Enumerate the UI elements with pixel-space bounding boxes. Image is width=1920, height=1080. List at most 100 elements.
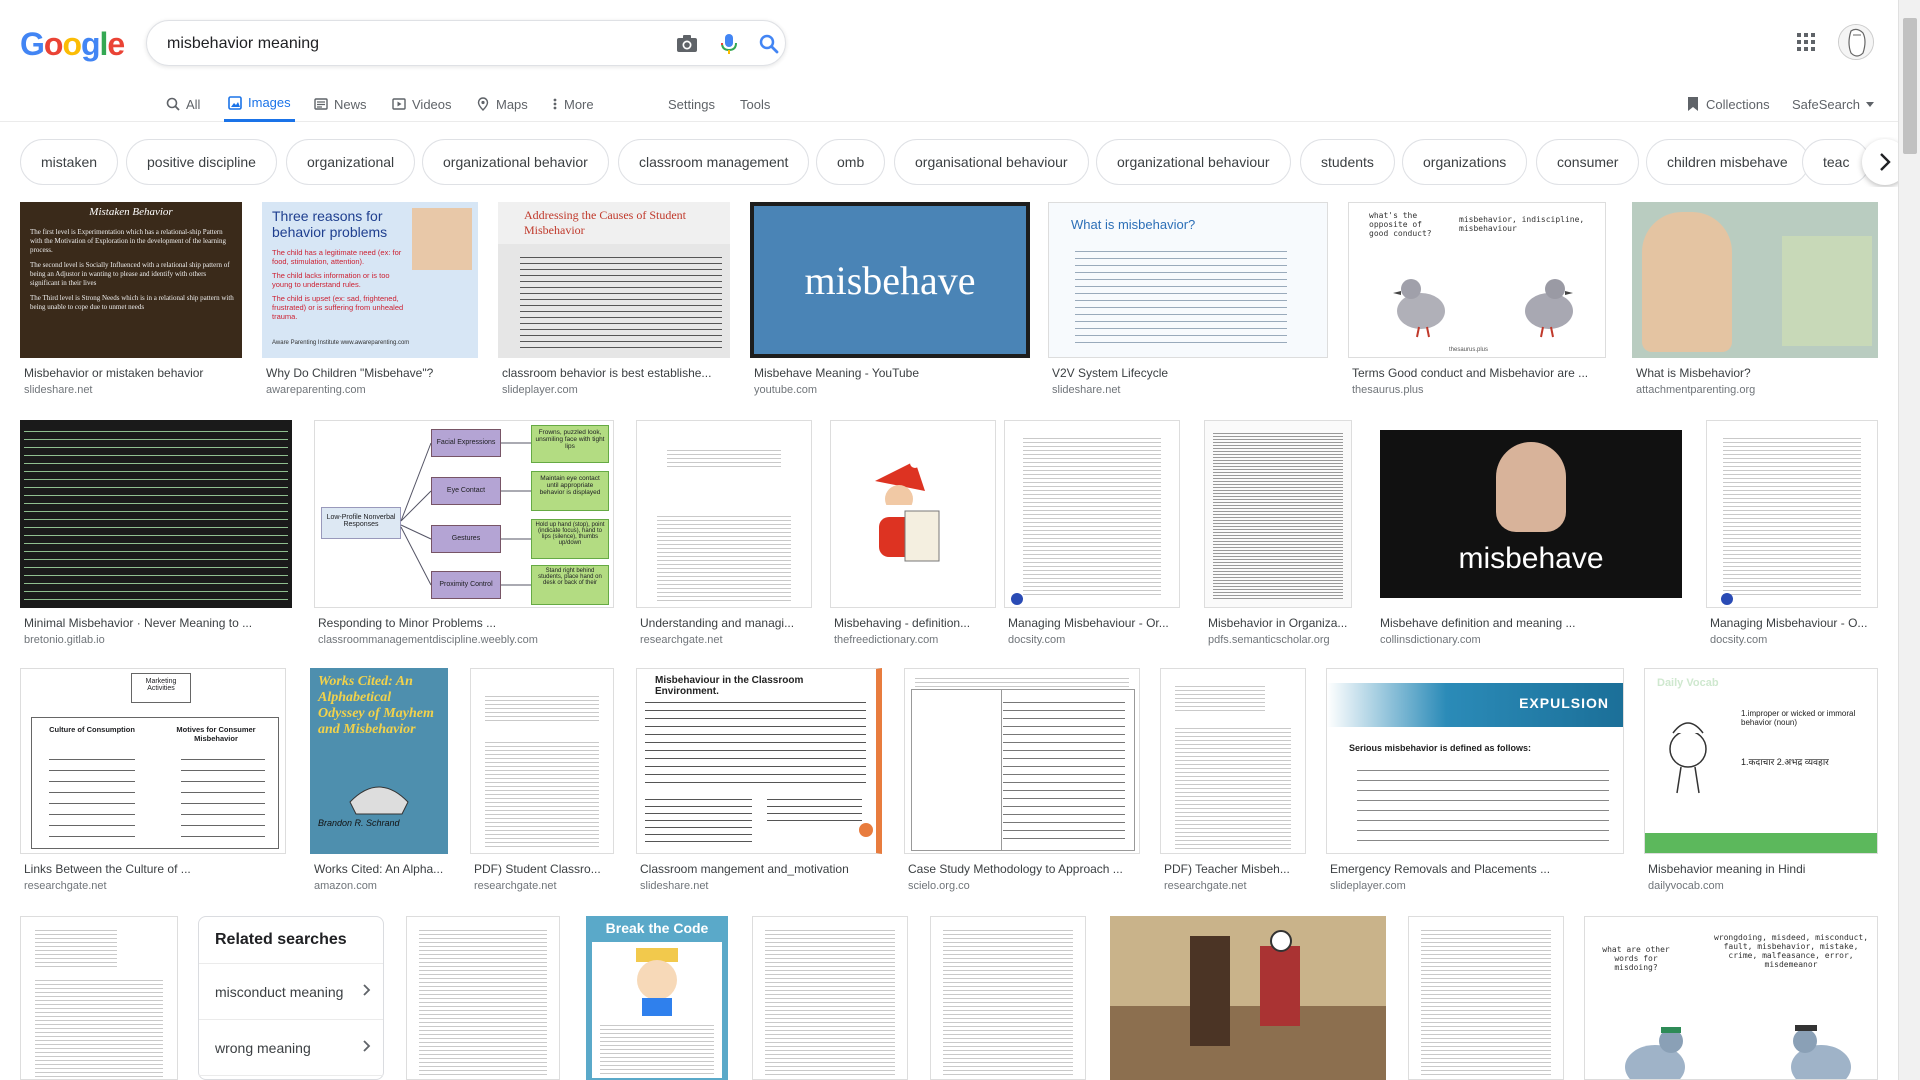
related-search-item[interactable]: misconduct meaning — [199, 963, 383, 1019]
image-result[interactable]: Minimal Misbehavior · Never Meaning to .… — [20, 420, 292, 648]
chip-organisational-behaviour[interactable]: organisational behaviour — [894, 139, 1089, 185]
image-result[interactable]: misbehave Misbehave definition and meani… — [1376, 420, 1686, 648]
search-icon[interactable] — [757, 32, 781, 56]
result-source[interactable]: dailyvocab.com — [1648, 880, 1878, 892]
result-source[interactable]: youtube.com — [754, 384, 1030, 396]
image-result[interactable] — [1408, 916, 1564, 1080]
result-thumbnail[interactable]: Works Cited: An Alphabetical Odyssey of … — [310, 668, 448, 854]
result-thumbnail[interactable]: What is misbehavior? — [1048, 202, 1328, 358]
result-thumbnail[interactable] — [1004, 420, 1180, 608]
result-thumbnail[interactable]: what's the opposite of good conduct? mis… — [1348, 202, 1606, 358]
search-input[interactable] — [167, 32, 647, 56]
tab-more[interactable]: More — [552, 86, 594, 122]
result-thumbnail[interactable] — [830, 420, 996, 608]
result-thumbnail[interactable] — [1408, 916, 1564, 1080]
result-thumbnail[interactable] — [1706, 420, 1878, 608]
vertical-scrollbar[interactable] — [1898, 0, 1920, 1080]
image-result[interactable] — [20, 916, 178, 1080]
result-thumbnail[interactable] — [20, 420, 292, 608]
image-result[interactable]: Three reasons for behavior problems The … — [262, 202, 478, 398]
result-source[interactable]: researchgate.net — [474, 880, 614, 892]
image-result[interactable]: What is misbehavior? V2V System Lifecycl… — [1048, 202, 1328, 398]
tab-settings[interactable]: Settings — [668, 86, 715, 122]
result-thumbnail[interactable] — [1632, 202, 1878, 358]
result-source[interactable]: slideshare.net — [1052, 384, 1328, 396]
tab-videos[interactable]: Videos — [392, 86, 452, 122]
image-result[interactable]: Break the Code — [586, 916, 728, 1080]
tab-tools[interactable]: Tools — [740, 86, 770, 122]
result-caption[interactable]: PDF) Student Classro... — [474, 862, 614, 876]
image-result[interactable]: Works Cited: An Alphabetical Odyssey of … — [310, 668, 448, 894]
result-source[interactable]: thesaurus.plus — [1352, 384, 1606, 396]
chip-consumer[interactable]: consumer — [1536, 139, 1640, 185]
result-thumbnail[interactable]: Three reasons for behavior problems The … — [262, 202, 478, 358]
result-caption[interactable]: Misbehavior meaning in Hindi — [1648, 862, 1878, 876]
image-result[interactable]: Daily Vocab 1.improper or wicked or immo… — [1644, 668, 1878, 894]
result-thumbnail[interactable]: Marketing Activities Culture of Consumpt… — [20, 668, 286, 854]
result-thumbnail[interactable]: Low-Profile Nonverbal Responses Facial E… — [314, 420, 614, 608]
image-result[interactable] — [406, 916, 560, 1080]
result-caption[interactable]: Misbehavior in Organiza... — [1208, 616, 1352, 630]
image-result[interactable]: EXPULSION Serious misbehavior is defined… — [1326, 668, 1624, 894]
google-logo[interactable]: Google — [20, 26, 125, 63]
scrollbar-thumb[interactable] — [1903, 18, 1917, 154]
result-caption[interactable]: Misbehavior or mistaken behavior — [24, 366, 242, 380]
result-thumbnail[interactable] — [752, 916, 908, 1080]
result-source[interactable]: researchgate.net — [1164, 880, 1306, 892]
result-thumbnail[interactable] — [470, 668, 614, 854]
result-source[interactable]: bretonio.gitlab.io — [24, 634, 292, 646]
image-result[interactable]: what's the opposite of good conduct? mis… — [1348, 202, 1606, 398]
result-source[interactable]: docsity.com — [1710, 634, 1878, 646]
result-source[interactable]: collinsdictionary.com — [1380, 634, 1686, 646]
result-source[interactable]: attachmentparenting.org — [1636, 384, 1878, 396]
result-caption[interactable]: Links Between the Culture of ... — [24, 862, 286, 876]
image-result[interactable]: Misbehavior in Organiza... pdfs.semantic… — [1204, 420, 1352, 648]
image-result[interactable]: Marketing Activities Culture of Consumpt… — [20, 668, 286, 894]
chip-omb[interactable]: omb — [816, 139, 886, 185]
result-source[interactable]: slideshare.net — [24, 384, 242, 396]
result-caption[interactable]: Case Study Methodology to Approach ... — [908, 862, 1140, 876]
collections-link[interactable]: Collections — [1686, 86, 1770, 122]
tab-maps[interactable]: Maps — [476, 86, 528, 122]
result-thumbnail[interactable] — [1110, 916, 1386, 1080]
chips-next-button[interactable] — [1862, 139, 1898, 185]
result-caption[interactable]: Why Do Children "Misbehave"? — [266, 366, 478, 380]
image-result[interactable]: Misbehaviour in the Classroom Environmen… — [636, 668, 882, 894]
tab-all[interactable]: All — [166, 86, 200, 122]
account-avatar[interactable] — [1838, 24, 1874, 60]
chip-teac[interactable]: teac — [1802, 139, 1871, 185]
image-result[interactable]: Managing Misbehaviour - Or... docsity.co… — [1004, 420, 1180, 648]
result-caption[interactable]: Misbehave Meaning - YouTube — [754, 366, 1030, 380]
image-result[interactable] — [930, 916, 1086, 1080]
result-thumbnail[interactable] — [636, 420, 812, 608]
chip-children-misbehave[interactable]: children misbehave — [1646, 139, 1809, 185]
related-search-item[interactable]: wrong meaning — [199, 1019, 383, 1075]
result-caption[interactable]: PDF) Teacher Misbeh... — [1164, 862, 1306, 876]
chip-organizational-behaviour[interactable]: organizational behaviour — [1096, 139, 1291, 185]
chip-students[interactable]: students — [1300, 139, 1395, 185]
result-caption[interactable]: Misbehave definition and meaning ... — [1380, 616, 1686, 630]
image-result[interactable]: Mistaken Behavior The first level is Exp… — [20, 202, 242, 398]
image-result[interactable]: PDF) Teacher Misbeh... researchgate.net — [1160, 668, 1306, 894]
result-caption[interactable]: V2V System Lifecycle — [1052, 366, 1328, 380]
chip-classroom-management[interactable]: classroom management — [618, 139, 810, 185]
tab-news[interactable]: News — [314, 86, 367, 122]
image-result[interactable]: Understanding and managi... researchgate… — [636, 420, 812, 648]
result-caption[interactable]: Managing Misbehaviour - Or... — [1008, 616, 1180, 630]
chip-positive-discipline[interactable]: positive discipline — [126, 139, 277, 185]
result-source[interactable]: amazon.com — [314, 880, 448, 892]
result-source[interactable]: thefreedictionary.com — [834, 634, 996, 646]
chip-organizations[interactable]: organizations — [1402, 139, 1528, 185]
image-result[interactable]: What is Misbehavior? attachmentparenting… — [1632, 202, 1878, 398]
chip-mistaken[interactable]: mistaken — [20, 139, 119, 185]
result-source[interactable]: researchgate.net — [24, 880, 286, 892]
image-result[interactable] — [1110, 916, 1386, 1080]
image-result[interactable]: PDF) Student Classro... researchgate.net — [470, 668, 614, 894]
result-thumbnail[interactable]: Addressing the Causes of Student Misbeha… — [498, 202, 730, 358]
safesearch-menu[interactable]: SafeSearch — [1792, 86, 1874, 122]
result-thumbnail[interactable]: Misbehaviour in the Classroom Environmen… — [636, 668, 882, 854]
tab-images[interactable]: Images — [224, 86, 295, 122]
result-caption[interactable]: Works Cited: An Alpha... — [314, 862, 448, 876]
result-thumbnail[interactable] — [1204, 420, 1352, 608]
camera-icon[interactable] — [675, 32, 699, 56]
